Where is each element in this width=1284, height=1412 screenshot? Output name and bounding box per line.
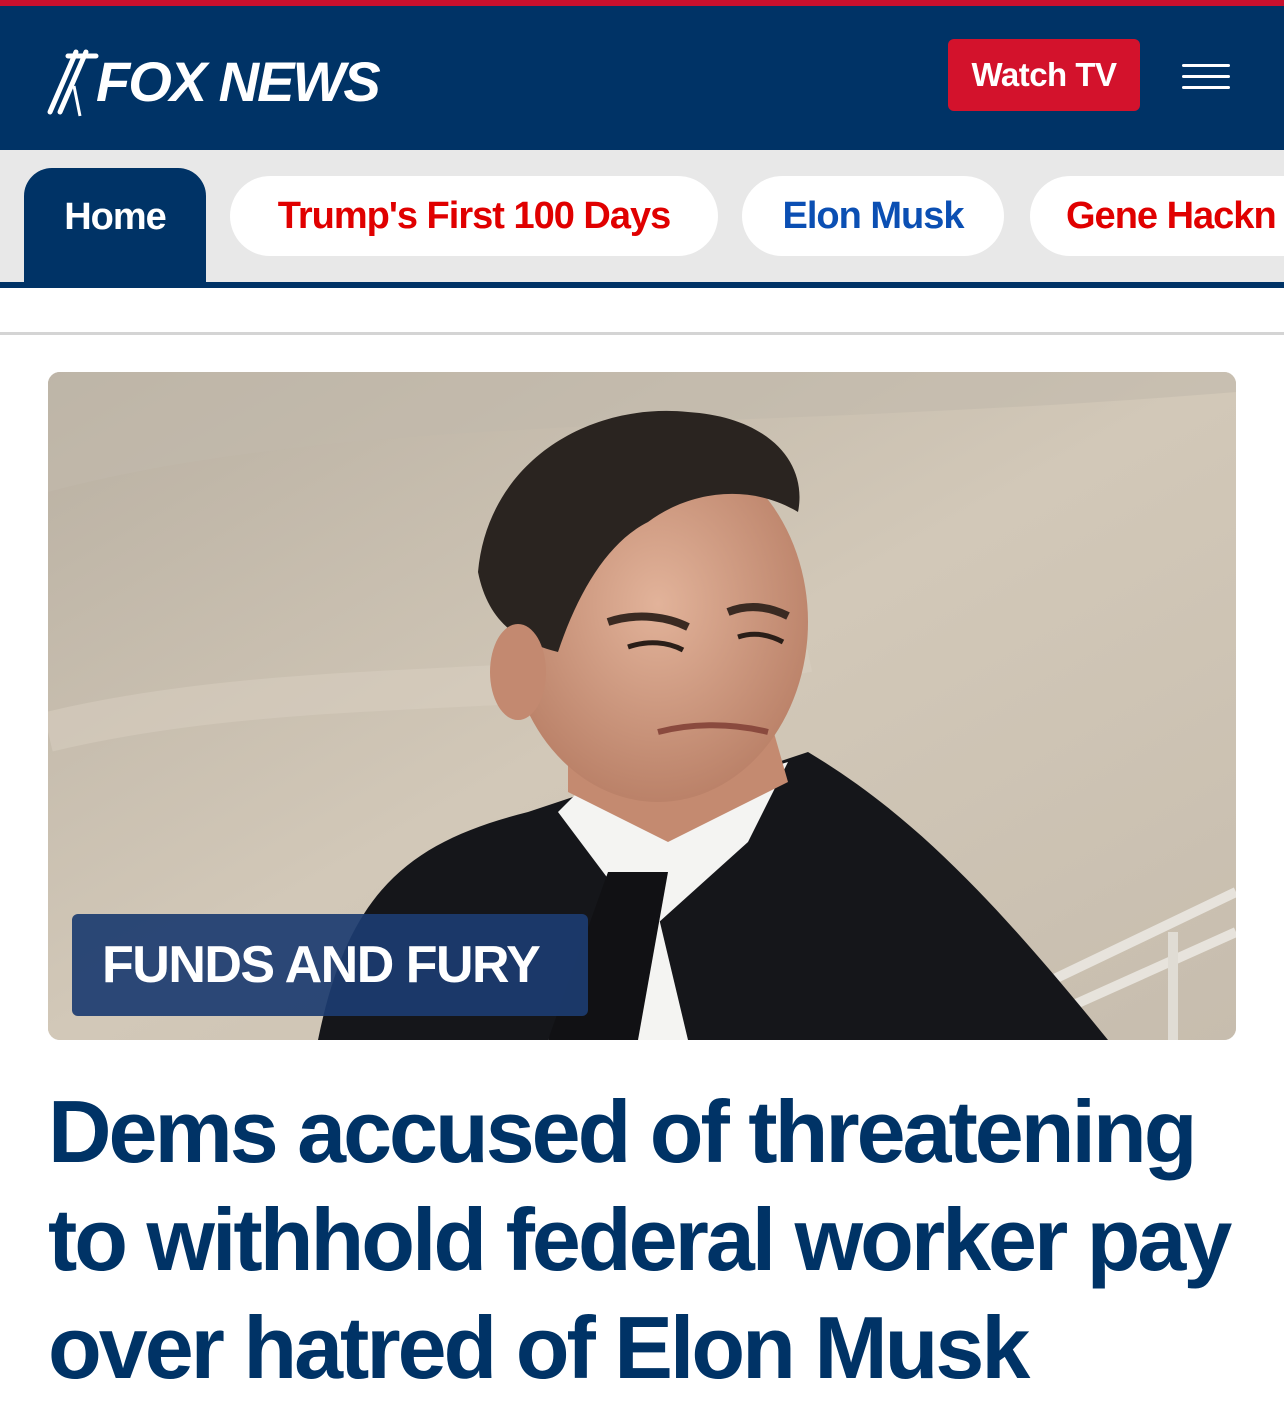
section-divider <box>0 332 1284 335</box>
fox-news-logo-icon <box>47 49 99 117</box>
hamburger-menu-button[interactable] <box>1178 58 1234 94</box>
topic-nav: Home Trump's First 100 Days Elon Musk Ge… <box>0 150 1284 282</box>
hamburger-menu-icon <box>1182 64 1230 67</box>
nav-underline <box>0 282 1284 288</box>
tab-elon-musk[interactable]: Elon Musk <box>742 176 1004 256</box>
logo-wordmark: FOX NEWS <box>96 50 381 113</box>
story-kicker-label: FUNDS AND FURY <box>72 914 588 1016</box>
tab-trumps-first-100-days[interactable]: Trump's First 100 Days <box>230 176 718 256</box>
watch-tv-button[interactable]: Watch TV <box>948 39 1140 111</box>
hero-image[interactable]: FUNDS AND FURY <box>48 372 1236 1040</box>
story-headline[interactable]: Dems accused of threatening to withhold … <box>48 1078 1248 1402</box>
site-header: FOX NEWS Watch TV <box>0 6 1284 150</box>
tab-gene-hackman[interactable]: Gene Hackn <box>1030 176 1284 256</box>
tab-home[interactable]: Home <box>24 168 206 282</box>
fox-news-logo[interactable]: FOX NEWS <box>46 44 381 120</box>
